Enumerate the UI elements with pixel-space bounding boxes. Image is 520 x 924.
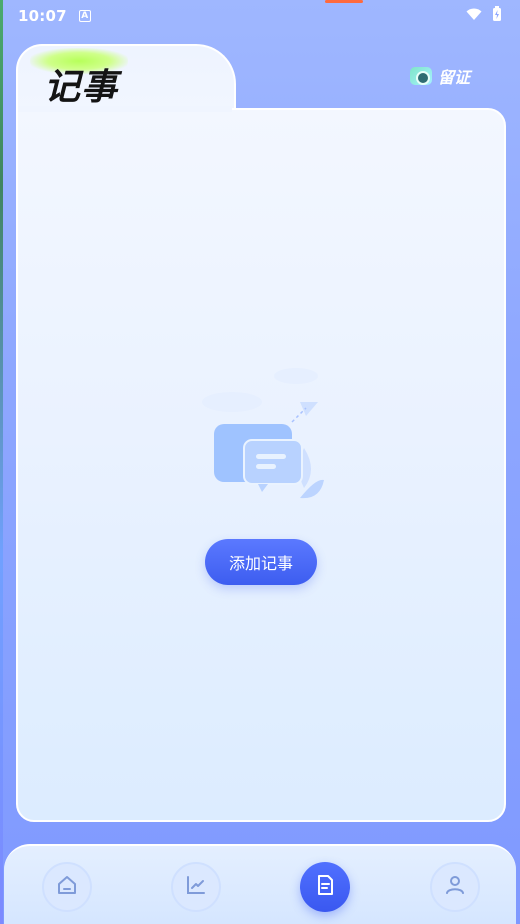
person-icon [443,873,467,901]
battery-icon [492,6,502,26]
left-edge-strip [0,0,3,924]
nav-stats[interactable] [171,862,221,912]
bottom-nav [4,844,516,924]
status-time: 10:07 [18,7,67,25]
page-title: 记事 [44,67,119,108]
status-bar: 10:07 A [0,0,520,32]
chart-icon [184,873,208,901]
notification-a-icon: A [78,10,91,22]
note-icon [313,873,337,901]
camera-icon [410,67,432,85]
nav-notes[interactable] [300,862,350,912]
add-note-button[interactable]: 添加记事 [205,539,317,585]
nav-home[interactable] [42,862,92,912]
home-icon [55,873,79,901]
nav-profile[interactable] [430,862,480,912]
evidence-button[interactable]: 留证 [410,64,470,88]
empty-notes-illustration [196,358,326,508]
wifi-icon [466,7,482,25]
evidence-label: 留证 [438,68,471,87]
status-icons [466,6,502,26]
